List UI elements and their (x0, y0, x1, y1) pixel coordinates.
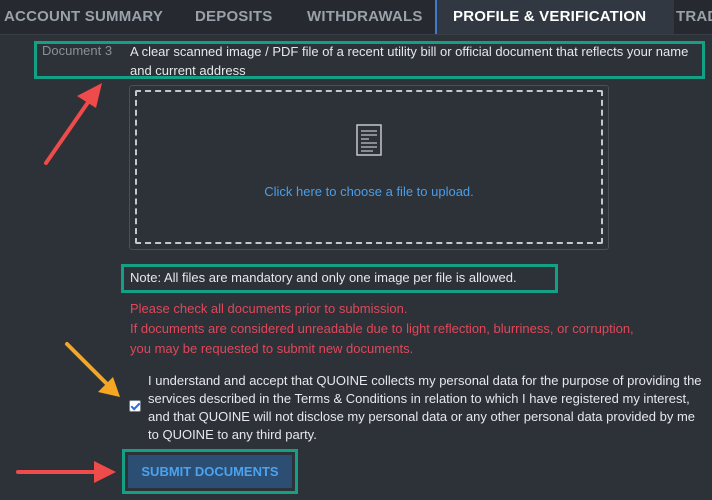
profile-verification-page: ACCOUNT SUMMARY DEPOSITS WITHDRAWALS PRO… (0, 0, 712, 500)
warning-line-3: you may be requested to submit new docum… (130, 341, 414, 356)
orange-arrow-icon (65, 342, 120, 397)
submit-documents-button[interactable]: SUBMIT DOCUMENTS (128, 455, 292, 488)
red-arrow-right-icon (16, 461, 116, 483)
top-tab-bar: ACCOUNT SUMMARY DEPOSITS WITHDRAWALS PRO… (0, 0, 712, 35)
document-description: A clear scanned image / PDF file of a re… (130, 44, 689, 78)
tab-profile-verification[interactable]: PROFILE & VERIFICATION (435, 0, 674, 34)
file-drop-zone[interactable] (135, 90, 603, 244)
red-arrow-icon (44, 83, 102, 165)
upload-link[interactable]: Click here to choose a file to upload. (135, 184, 603, 199)
document-icon (356, 124, 382, 156)
note-text: Note: All files are mandatory and only o… (130, 270, 517, 285)
consent-checkbox[interactable] (129, 400, 141, 412)
tab-account-summary[interactable]: ACCOUNT SUMMARY (4, 0, 163, 34)
tab-withdrawals[interactable]: WITHDRAWALS (307, 0, 423, 34)
document-label: Document 3 (42, 43, 113, 58)
tab-trade[interactable]: TRAD (676, 0, 712, 34)
consent-text: I understand and accept that QUOINE coll… (148, 373, 702, 442)
warning-line-1: Please check all documents prior to subm… (130, 301, 408, 316)
warning-line-2: If documents are considered unreadable d… (130, 321, 634, 336)
tab-deposits[interactable]: DEPOSITS (195, 0, 272, 34)
